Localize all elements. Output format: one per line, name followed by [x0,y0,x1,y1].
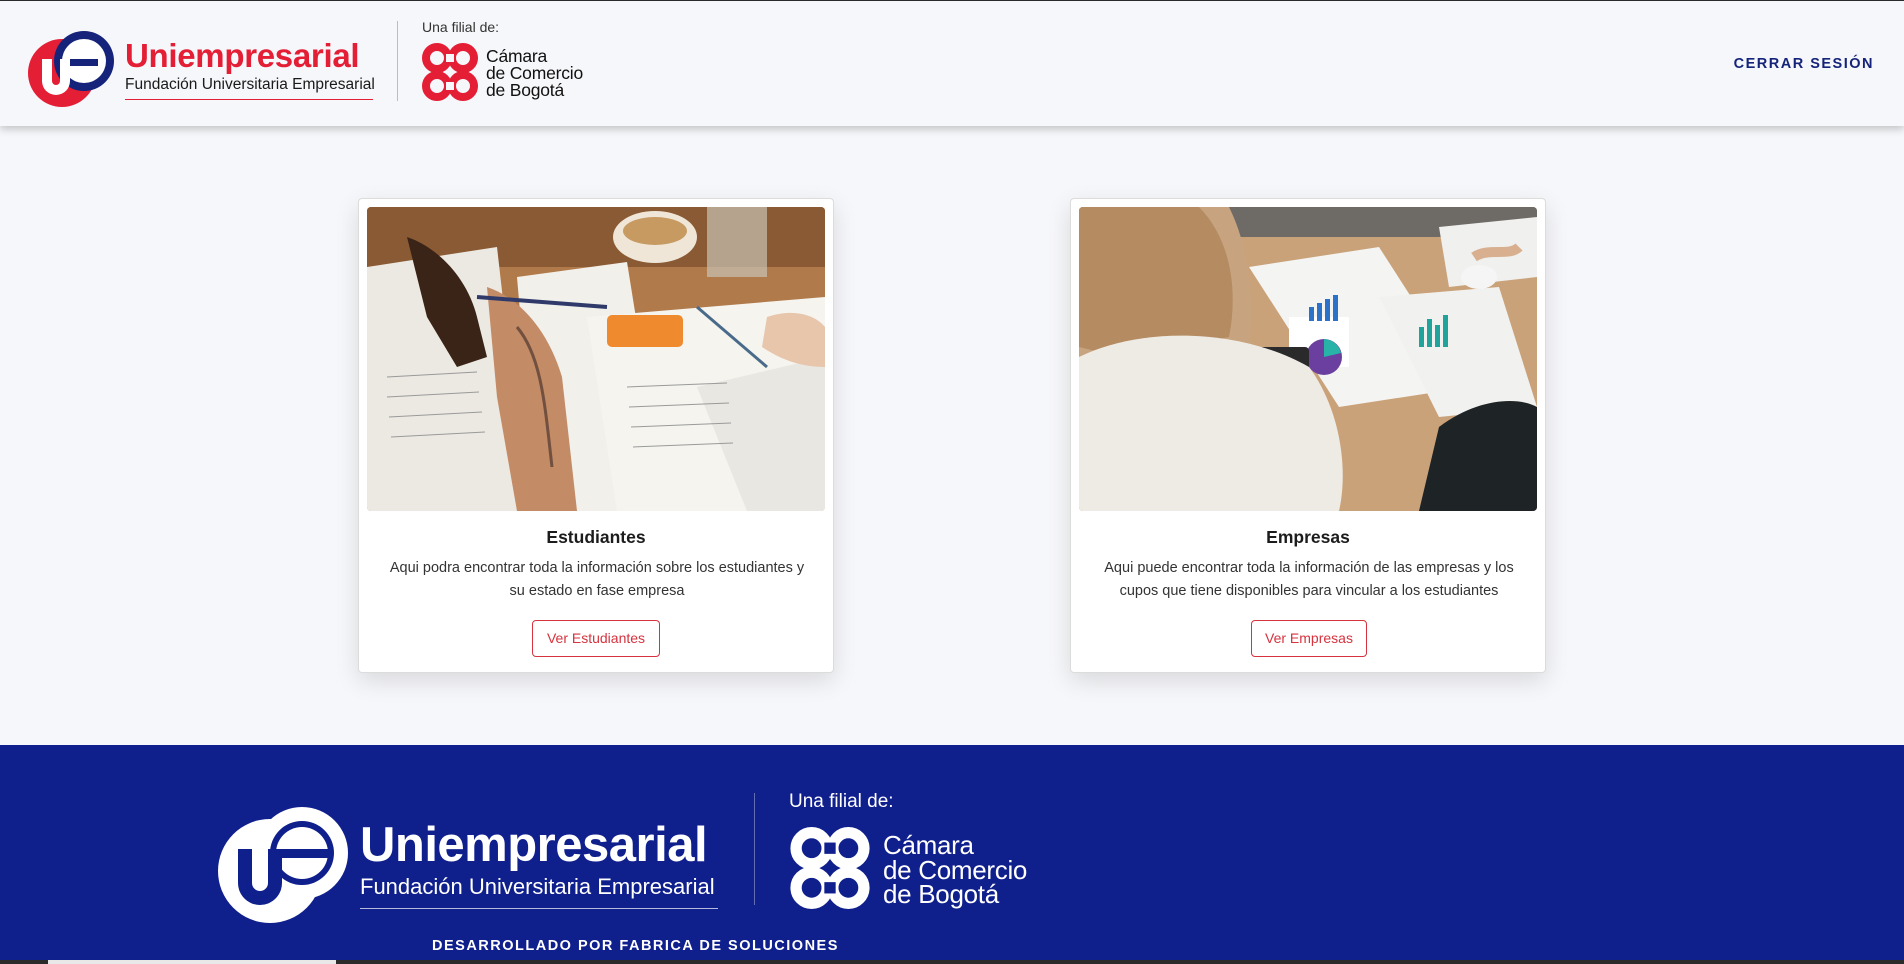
footer: Uniempresarial Fundación Universitaria E… [0,745,1904,964]
uniempresarial-logo-icon [218,807,348,923]
card-title: Empresas [1266,527,1350,547]
companies-card: Empresas Aqui puede encontrar toda la in… [1070,198,1546,673]
footer-brand-name: Uniempresarial [360,818,708,872]
developer-credit: DESARROLLADO POR FABRICA DE SOLUCIONES [432,938,839,954]
view-companies-button[interactable]: Ver Empresas [1251,620,1367,657]
ccb-name: Cámara de Comercio de Bogotá [486,47,583,100]
students-card: Estudiantes Aqui podra encontrar toda la… [358,198,834,673]
brand-subtitle: Fundación Universitaria Empresarial [125,76,375,93]
ccb-logo-icon [422,43,478,101]
footer-brand-subtitle: Fundación Universitaria Empresarial [360,874,715,899]
brand-block: Uniempresarial Fundación Universitaria E… [125,37,375,100]
uniempresarial-logo-icon [28,31,114,107]
footer-filial-label: Una filial de: [789,791,894,812]
logout-button[interactable]: CERRAR SESIÓN [1734,56,1874,72]
card-title: Estudiantes [546,527,646,547]
brand-name: Uniempresarial [125,37,360,74]
card-description: Aqui podra encontrar toda la información… [389,560,805,599]
view-students-button[interactable]: Ver Estudiantes [532,620,660,657]
filial-label: Una filial de: [422,19,500,35]
ccb-line: Cámara [883,830,974,860]
card-description: Aqui puede encontrar toda la información… [1104,560,1514,599]
ccb-line: de Bogotá [486,80,564,100]
top-header: Uniempresarial Fundación Universitaria E… [0,0,1904,126]
bottom-bar [0,960,1904,964]
students-image [367,207,825,511]
bottom-bar-segment [48,960,336,964]
companies-photo [1079,207,1537,511]
header-divider [397,21,398,101]
brand-underline [125,99,373,100]
students-photo [367,207,825,511]
footer-divider [754,793,755,905]
ccb-logo-icon [790,827,870,909]
footer-ccb-name: Cámara de Comercio de Bogotá [883,830,1027,909]
footer-brand-underline [360,908,718,909]
ccb-line: de Bogotá [883,879,999,909]
companies-image [1079,207,1537,511]
footer-brand-block: Uniempresarial Fundación Universitaria E… [360,818,718,909]
